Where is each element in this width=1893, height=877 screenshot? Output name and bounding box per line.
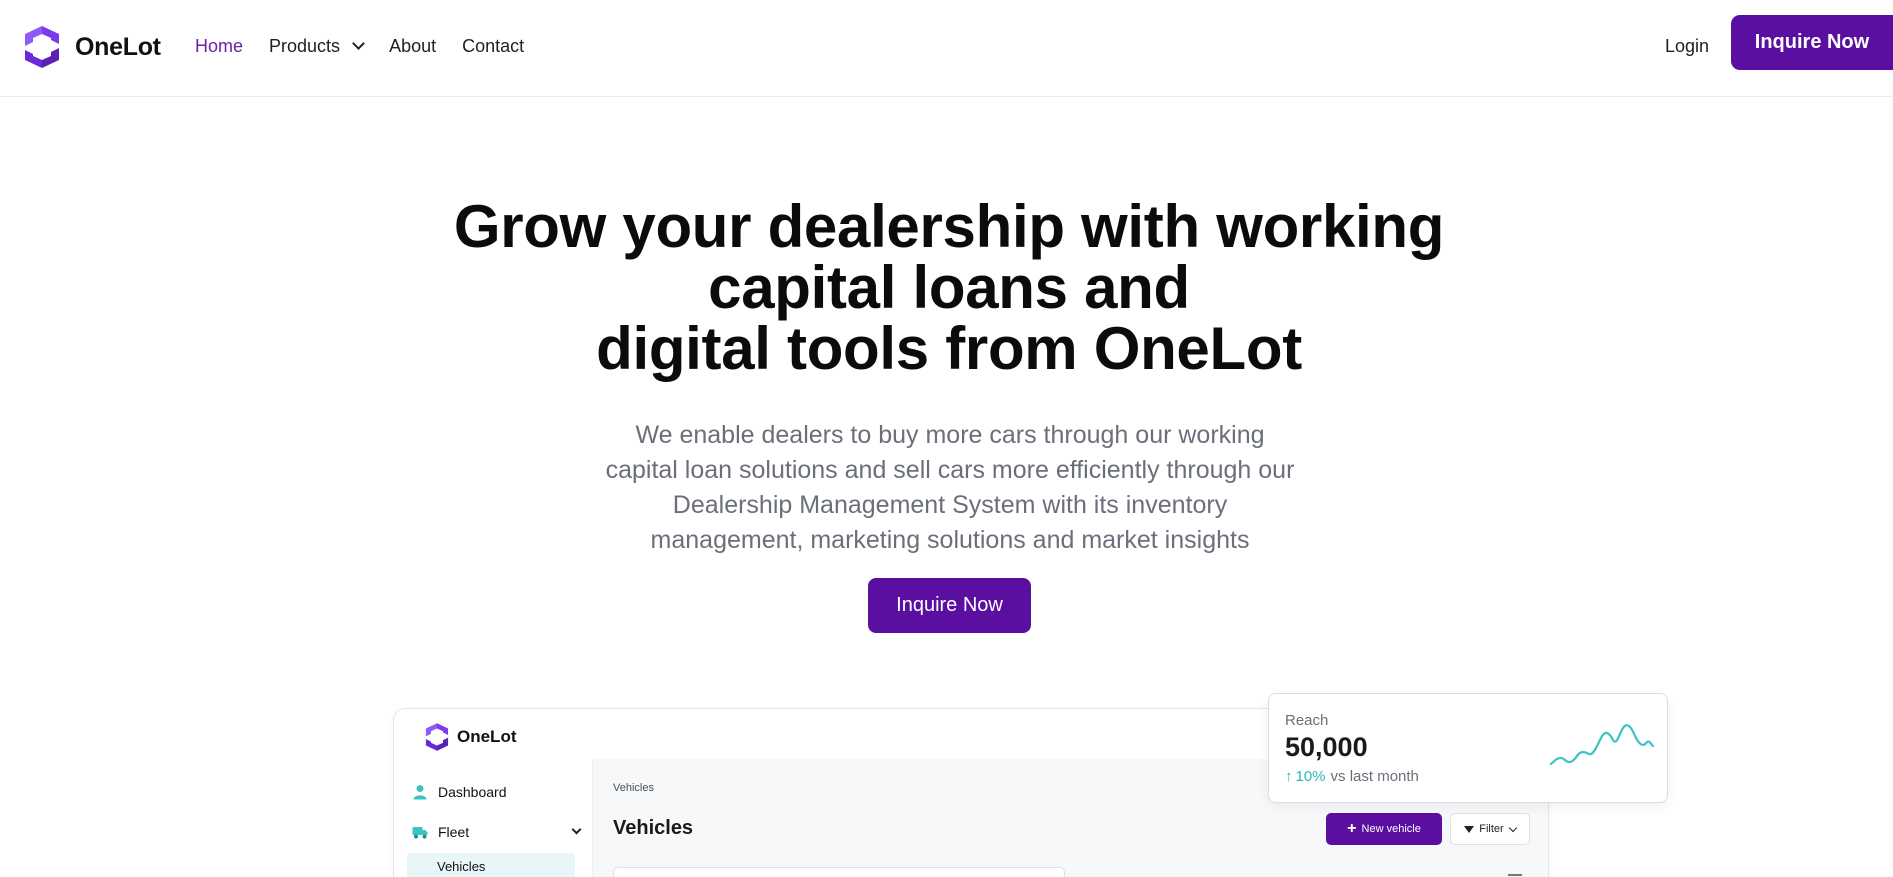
stat-label: Reach — [1285, 712, 1329, 729]
preview-brand-name: OneLot — [457, 727, 517, 746]
hero-subtitle-line: We enable dealers to buy more cars throu… — [635, 421, 1265, 449]
user-icon — [413, 785, 427, 800]
nav-link-products[interactable]: Products — [269, 36, 365, 57]
arrow-up-icon: ↑ — [1285, 768, 1293, 785]
nav-link-contact[interactable]: Contact — [462, 36, 524, 57]
sidebar-item-dashboard[interactable]: Dashboard — [412, 784, 507, 800]
stat-delta-text: vs last month — [1330, 768, 1419, 785]
hero-title-line: digital tools from OneLot — [596, 315, 1302, 382]
new-vehicle-button[interactable]: + New vehicle — [1326, 813, 1442, 845]
hero-title: Grow your dealership with working capita… — [0, 196, 1893, 379]
stat-delta: ↑ 10% vs last month — [1285, 768, 1419, 785]
chevron-down-icon — [571, 824, 582, 835]
filter-button[interactable]: Filter — [1450, 813, 1530, 845]
sidebar-item-vehicles[interactable]: Vehicles — [407, 853, 575, 877]
breadcrumb: Vehicles — [613, 782, 654, 794]
nav-link-products-label: Products — [269, 36, 341, 56]
login-link[interactable]: Login — [1665, 36, 1709, 57]
preview-logo: OneLot — [422, 722, 517, 752]
hero-inquire-button[interactable]: Inquire Now — [868, 578, 1031, 633]
brand-logo[interactable]: OneLot — [19, 24, 161, 70]
filter-label: Filter — [1479, 823, 1504, 835]
chevron-down-icon — [1508, 823, 1517, 832]
stat-value: 50,000 — [1285, 732, 1368, 762]
plus-icon: + — [1347, 820, 1357, 837]
sidebar-item-fleet[interactable]: Fleet — [412, 824, 582, 840]
stat-delta-percent: 10% — [1295, 768, 1326, 785]
onelot-logo-icon — [425, 723, 449, 751]
brand-name: OneLot — [75, 32, 161, 61]
primary-nav: Home Products About Contact — [195, 36, 550, 57]
sidebar-item-label: Dashboard — [438, 784, 507, 800]
nav-inquire-button[interactable]: Inquire Now — [1731, 15, 1893, 70]
nav-link-home[interactable]: Home — [195, 36, 243, 57]
onelot-logo-icon — [25, 26, 59, 68]
hero-subtitle-line: management, marketing solutions and mark… — [650, 526, 1250, 554]
filter-icon — [1464, 825, 1475, 833]
top-nav: OneLot Home Products About Contact Login… — [0, 0, 1893, 97]
new-vehicle-label: New vehicle — [1361, 823, 1421, 835]
sidebar-item-label: Fleet — [438, 824, 470, 840]
hero-title-line: capital loans and — [708, 254, 1190, 321]
preview-sidebar: Dashboard Fleet Vehicles — [394, 759, 593, 877]
reach-stat-card: Reach 50,000 ↑ 10% vs last month — [1268, 693, 1668, 803]
chevron-down-icon — [352, 37, 365, 50]
search-input[interactable] — [613, 867, 1065, 877]
hero-subtitle: We enable dealers to buy more cars throu… — [560, 418, 1340, 558]
sparkline-chart — [1549, 724, 1655, 766]
hero-title-line: Grow your dealership with working — [453, 193, 1445, 260]
nav-link-about[interactable]: About — [389, 36, 436, 57]
truck-icon — [412, 827, 428, 839]
hero-subtitle-line: Dealership Management System with its in… — [672, 491, 1228, 519]
sparkline-path — [1549, 724, 1655, 766]
hero-subtitle-line: capital loan solutions and sell cars mor… — [605, 456, 1295, 484]
page-title: Vehicles — [613, 817, 694, 839]
